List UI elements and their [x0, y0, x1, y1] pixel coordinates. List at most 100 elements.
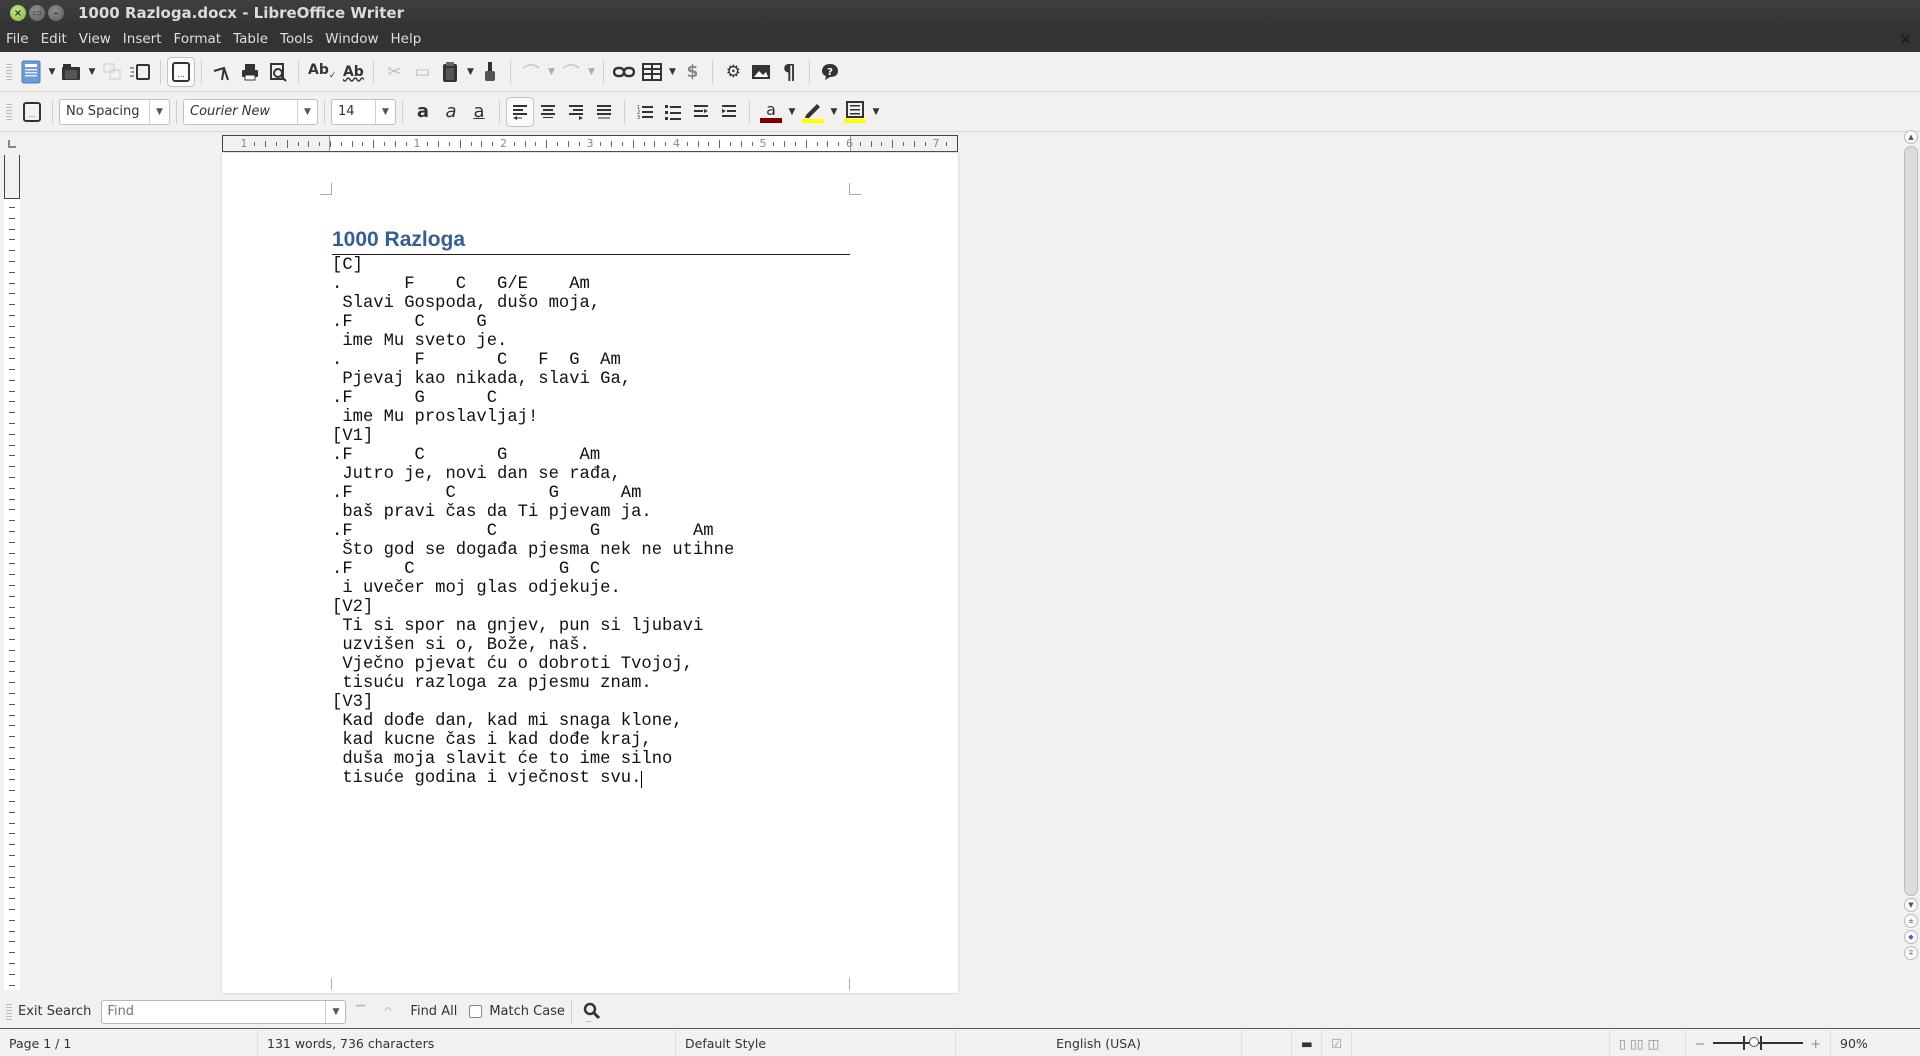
chevron-down-icon[interactable]: ▼ — [297, 99, 317, 124]
new-dropdown-icon[interactable]: ▼ — [46, 67, 58, 77]
single-page-view-icon[interactable]: ▯ — [1619, 1036, 1626, 1051]
text-line[interactable]: .F C G Am — [332, 484, 734, 503]
window-minimize-button[interactable]: ▭ — [29, 5, 45, 21]
vertical-ruler[interactable] — [4, 155, 20, 990]
undo-dropdown-icon[interactable]: ▼ — [545, 67, 557, 77]
paste-icon[interactable] — [436, 57, 464, 87]
paragraph-style-value[interactable]: No Spacing — [60, 100, 149, 124]
text-line[interactable]: Vječno pjevat ću o dobroti Tvojoj, — [332, 655, 734, 674]
vertical-scrollbar[interactable]: ▲ ▼ ± ◆ ∓ — [1904, 130, 1918, 995]
text-line[interactable]: [V1] — [332, 427, 734, 446]
spelling-icon[interactable]: Ab✓ — [305, 57, 339, 87]
text-line[interactable]: tisuće godina i vječnost svu. — [332, 769, 734, 788]
text-line[interactable]: [C] — [332, 256, 734, 275]
menu-insert[interactable]: Insert — [117, 31, 168, 47]
text-line[interactable]: .F G C — [332, 389, 734, 408]
redo-dropdown-icon[interactable]: ▼ — [585, 67, 597, 77]
text-line[interactable]: .F C G — [332, 313, 734, 332]
text-line[interactable]: i uvečer moj glas odjekuje. — [332, 579, 734, 598]
font-name-combo[interactable]: Courier New ▼ — [183, 98, 318, 125]
undo-icon[interactable]: ⌒ — [517, 57, 545, 87]
paste-dropdown-icon[interactable]: ▼ — [464, 67, 476, 77]
text-line[interactable]: .F C G C — [332, 560, 734, 579]
save-icon[interactable] — [98, 57, 126, 87]
justify-icon[interactable] — [590, 97, 618, 127]
text-line[interactable]: Što god se događa pjesma nek ne utihne — [332, 541, 734, 560]
text-line[interactable]: .F C G Am — [332, 446, 734, 465]
document-modified-icon[interactable]: ☑ — [1322, 1030, 1352, 1056]
track-changes-icon[interactable]: $ — [678, 57, 706, 87]
bold-icon[interactable]: a — [409, 97, 437, 127]
document-heading[interactable]: 1000 Razloga — [332, 227, 850, 255]
font-size-combo[interactable]: 14 ▼ — [331, 98, 396, 125]
text-line[interactable]: Slavi Gospoda, dušo moja, — [332, 294, 734, 313]
menu-edit[interactable]: Edit — [35, 31, 73, 47]
insert-image-icon[interactable] — [747, 57, 775, 87]
copy-icon[interactable]: ✂ — [380, 57, 408, 87]
scroll-down-icon[interactable]: ▼ — [1904, 898, 1918, 912]
chevron-down-icon[interactable]: ▼ — [325, 1000, 345, 1023]
insert-mode-icon[interactable]: ▬ — [1292, 1030, 1322, 1056]
text-line[interactable]: [V3] — [332, 693, 734, 712]
toolbar-grip[interactable] — [6, 63, 12, 80]
font-name-value[interactable]: Courier New — [184, 100, 297, 124]
text-line[interactable]: . F C G/E Am — [332, 275, 734, 294]
toolbar-grip[interactable] — [6, 1003, 12, 1020]
scroll-up-icon[interactable]: ▲ — [1904, 130, 1918, 144]
previous-page-icon[interactable]: ± — [1904, 914, 1918, 928]
ruler-corner-icon[interactable] — [8, 140, 16, 148]
language[interactable]: English (USA) — [956, 1030, 1242, 1056]
highlight-color-icon[interactable] — [798, 97, 828, 127]
new-document-icon[interactable] — [18, 57, 46, 87]
page-number[interactable]: Page 1 / 1 — [0, 1030, 258, 1056]
font-size-value[interactable]: 14 — [332, 100, 375, 124]
table-dropdown-icon[interactable]: ▼ — [666, 67, 678, 77]
zoom-in-icon[interactable]: + — [1811, 1036, 1821, 1051]
font-color-dropdown-icon[interactable]: ▼ — [786, 107, 798, 117]
text-line[interactable]: tisuću razloga za pjesmu znam. — [332, 674, 734, 693]
increase-indent-icon[interactable] — [715, 97, 743, 127]
toolbar-grip[interactable] — [6, 103, 12, 120]
text-line[interactable]: baš pravi čas da Ti pjevam ja. — [332, 503, 734, 522]
find-previous-icon[interactable]: ▔ — [346, 997, 374, 1027]
font-color-icon[interactable]: a — [756, 97, 786, 127]
close-document-icon[interactable]: ✕ — [1899, 30, 1912, 49]
menu-file[interactable]: File — [0, 31, 35, 47]
book-view-icon[interactable]: ◫ — [1648, 1036, 1660, 1051]
find-all-button[interactable]: Find All — [410, 1004, 457, 1019]
align-left-icon[interactable] — [506, 96, 534, 127]
exit-search-button[interactable]: Exit Search — [18, 1004, 91, 1019]
align-right-icon[interactable] — [562, 97, 590, 127]
clone-formatting-icon[interactable] — [476, 57, 504, 87]
find-next-icon[interactable]: ^ — [374, 997, 402, 1027]
next-page-icon[interactable]: ∓ — [1904, 946, 1918, 960]
navigator-icon[interactable]: ◆ — [1904, 930, 1918, 944]
zoom-out-icon[interactable]: − — [1695, 1036, 1705, 1051]
decrease-indent-icon[interactable] — [687, 97, 715, 127]
auto-spellcheck-icon[interactable]: Ab — [339, 57, 367, 87]
text-line[interactable]: Pjevaj kao nikada, slavi Ga, — [332, 370, 734, 389]
open-dropdown-icon[interactable]: ▼ — [86, 67, 98, 77]
multi-page-view-icon[interactable]: ▯▯ — [1630, 1036, 1644, 1051]
text-line[interactable]: Ti si spor na gnjev, pun si ljubavi — [332, 617, 734, 636]
text-line[interactable]: Kad dođe dan, kad mi snaga klone, — [332, 712, 734, 731]
word-count[interactable]: 131 words, 736 characters — [258, 1030, 676, 1056]
menu-window[interactable]: Window — [319, 31, 384, 47]
zoom-level[interactable]: 90% — [1831, 1030, 1877, 1056]
menu-help[interactable]: Help — [385, 31, 428, 47]
copy-doc-icon[interactable]: ▭ — [408, 57, 436, 87]
text-line[interactable]: .F C G Am — [332, 522, 734, 541]
settings-icon[interactable]: ⚙ — [719, 57, 747, 87]
redo-icon[interactable]: ⌒ — [557, 57, 585, 87]
zoom-slider[interactable] — [1713, 1036, 1803, 1050]
print-icon[interactable] — [236, 57, 264, 87]
bullet-list-icon[interactable] — [659, 97, 687, 127]
find-replace-icon[interactable]: ... — [578, 997, 606, 1027]
menu-format[interactable]: Format — [168, 31, 228, 47]
menu-table[interactable]: Table — [227, 31, 274, 47]
underline-icon[interactable]: a — [465, 97, 493, 127]
match-case-checkbox[interactable] — [469, 1005, 483, 1018]
borders-icon[interactable] — [840, 97, 870, 127]
menu-view[interactable]: View — [73, 31, 117, 47]
window-maximize-button[interactable]: – — [48, 5, 64, 21]
